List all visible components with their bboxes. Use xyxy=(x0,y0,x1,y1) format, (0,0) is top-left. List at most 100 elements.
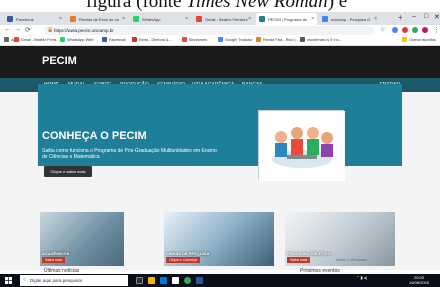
hero-illustration xyxy=(258,110,345,181)
tab-favicon-icon xyxy=(259,16,265,22)
task-view-icon[interactable] xyxy=(136,277,143,284)
bookmark-item[interactable]: Gmail - Beatriz Ferra... xyxy=(14,37,59,42)
bookmark-star-icon[interactable]: ☆ xyxy=(380,26,385,33)
forward-icon[interactable]: → xyxy=(14,26,21,33)
bookmark-label: Serta - Diretora &... xyxy=(139,37,172,42)
bookmark-item[interactable]: Outros favoritos xyxy=(402,37,436,42)
tab-close-icon[interactable]: × xyxy=(59,16,62,22)
card-academicos[interactable]: ACADÊMICOS Saiba mais xyxy=(40,212,124,266)
bookmark-icon xyxy=(182,37,187,42)
close-window-icon[interactable]: ✕ xyxy=(434,13,440,21)
bookmark-icon xyxy=(132,37,137,42)
browser-tab[interactable]: Facebook × xyxy=(4,13,65,25)
tab-label: Gmail - Beatriz Ferrarini xyxy=(205,16,248,22)
browser-tab[interactable]: Gmail - Beatriz Ferrarini × xyxy=(193,13,254,25)
windows-activation-watermark: Ativar o Windows xyxy=(336,257,367,262)
extension-icon[interactable] xyxy=(402,27,408,33)
clock-date: 10/06/2020 xyxy=(408,279,430,285)
windows-start-icon[interactable] xyxy=(5,277,12,284)
bookmark-item[interactable]: Facebook xyxy=(102,37,126,42)
tab-close-icon[interactable]: × xyxy=(248,16,251,22)
site-logo[interactable]: PECIM xyxy=(42,55,77,67)
maximize-icon[interactable]: □ xyxy=(424,13,428,20)
tab-close-icon[interactable]: × xyxy=(374,16,377,22)
caption-text: figura (fonte Times New Roman) e xyxy=(86,0,348,12)
card-more-button[interactable]: Saiba mais xyxy=(287,257,311,263)
tab-label: unicamp - Pesquisa G xyxy=(331,16,371,22)
bookmark-label: modelmais is !!! ho... xyxy=(307,37,342,42)
card-more-button[interactable]: Saiba mais xyxy=(42,257,66,263)
bookmark-icon xyxy=(60,37,65,42)
browser-tab[interactable]: Revista de Ecos de on × xyxy=(67,13,128,25)
bookmark-item[interactable]: WhatsApp Web xyxy=(60,37,93,42)
lock-icon: 🔒 xyxy=(47,27,54,33)
tab-favicon-icon xyxy=(70,16,76,22)
bookmark-item[interactable]: Sindromes xyxy=(182,37,207,42)
menu-icon[interactable]: ⋮ xyxy=(433,26,440,34)
bookmark-label: WhatsApp Web xyxy=(67,37,94,42)
hero-description: Saiba como funciona o Programa de Pós-Gr… xyxy=(42,148,217,160)
bookmark-icon xyxy=(102,37,107,42)
taskbar-search-placeholder: Digite aqui para pesquisar xyxy=(30,278,83,283)
bookmarks-bar: AppsGmail - Beatriz Ferra...WhatsApp Web… xyxy=(0,36,440,46)
bookmark-label: Renda Fixa - Rico | ... xyxy=(263,37,300,42)
site-header: PECIM xyxy=(0,46,440,78)
card-linhas-de-pesquisa[interactable]: LINHAS DE PESQUISA Clique e Conheça xyxy=(164,212,274,266)
tab-close-icon[interactable]: × xyxy=(185,16,188,22)
tray-icons[interactable]: ⌃ ▮ ◂) xyxy=(356,275,367,281)
card-more-button[interactable]: Clique e Conheça xyxy=(166,257,200,263)
card-label: ACADÊMICOS xyxy=(42,251,70,256)
reload-icon[interactable]: ⟳ xyxy=(25,26,31,34)
mail-icon[interactable] xyxy=(172,277,179,284)
bookmark-item[interactable]: Serta - Diretora &... xyxy=(132,37,172,42)
tab-close-icon[interactable]: × xyxy=(311,16,314,22)
browser-tab[interactable]: unicamp - Pesquisa G × xyxy=(319,13,380,25)
extension-icon[interactable] xyxy=(412,27,418,33)
bookmark-label: Sindromes xyxy=(189,37,208,42)
bookmark-item[interactable]: Renda Fixa - Rico | ... xyxy=(256,37,300,42)
word-icon[interactable] xyxy=(196,277,203,284)
bookmark-icon xyxy=(4,37,9,42)
chrome-icon[interactable] xyxy=(184,277,191,284)
bookmark-label: Outros favoritos xyxy=(409,37,436,42)
browser-tab[interactable]: PECIM | Programa de × xyxy=(256,13,317,25)
taskbar-search-input[interactable]: ○ Digite aqui para pesquisar xyxy=(20,275,128,286)
bookmark-icon xyxy=(218,37,223,42)
tab-label: Facebook xyxy=(16,16,34,22)
tab-favicon-icon xyxy=(133,16,139,22)
bookmark-label: Facebook xyxy=(109,37,126,42)
browser-tab[interactable]: WhatsApp × xyxy=(130,13,191,25)
extension-icon[interactable] xyxy=(392,27,398,33)
store-icon[interactable] xyxy=(160,277,167,284)
minimize-icon[interactable]: – xyxy=(412,13,416,20)
windows-taskbar: ○ Digite aqui para pesquisar ⌃ ▮ ◂) 20:0… xyxy=(0,274,440,287)
document-caption-strip: figura (fonte Times New Roman) e xyxy=(0,0,440,12)
bookmark-icon xyxy=(402,37,407,42)
tab-label: WhatsApp xyxy=(142,16,161,22)
back-icon[interactable]: ← xyxy=(4,26,11,33)
bookmark-item[interactable]: Google Tradutor xyxy=(218,37,252,42)
search-icon: ○ xyxy=(23,277,27,283)
bookmark-item[interactable]: modelmais is !!! ho... xyxy=(300,37,342,42)
tab-close-icon[interactable]: × xyxy=(122,16,125,22)
tab-label: PECIM | Programa de xyxy=(268,16,308,22)
profile-avatar[interactable] xyxy=(422,27,428,33)
tab-favicon-icon xyxy=(196,16,202,22)
bookmark-icon xyxy=(300,37,305,42)
url-text: https://www.pecim.unicamp.br xyxy=(54,28,114,33)
card-label: PROCESSO SELETIVO xyxy=(287,251,331,256)
file-explorer-icon[interactable] xyxy=(148,277,155,284)
tab-favicon-icon xyxy=(322,16,328,22)
bookmark-label: Google Tradutor xyxy=(225,37,253,42)
clock[interactable]: 20:00 10/06/2020 xyxy=(404,275,434,285)
tab-label: Revista de Ecos de on xyxy=(79,16,120,22)
new-tab-button[interactable]: + xyxy=(398,13,403,22)
url-input[interactable]: 🔒 https://www.pecim.unicamp.br xyxy=(44,26,374,35)
browser-tab-strip: Facebook × Revista de Ecos de on × WhatsApp ×… xyxy=(0,12,440,25)
bookmark-label: Gmail - Beatriz Ferra... xyxy=(21,37,60,42)
hero-cta-button[interactable]: Clique e saiba mais xyxy=(44,166,92,177)
bookmark-icon xyxy=(256,37,261,42)
bookmark-icon xyxy=(14,37,19,42)
card-label: LINHAS DE PESQUISA xyxy=(166,251,210,256)
address-bar-row: ← → ⟳ 🔒 https://www.pecim.unicamp.br ☆ ⋮ xyxy=(0,25,440,36)
